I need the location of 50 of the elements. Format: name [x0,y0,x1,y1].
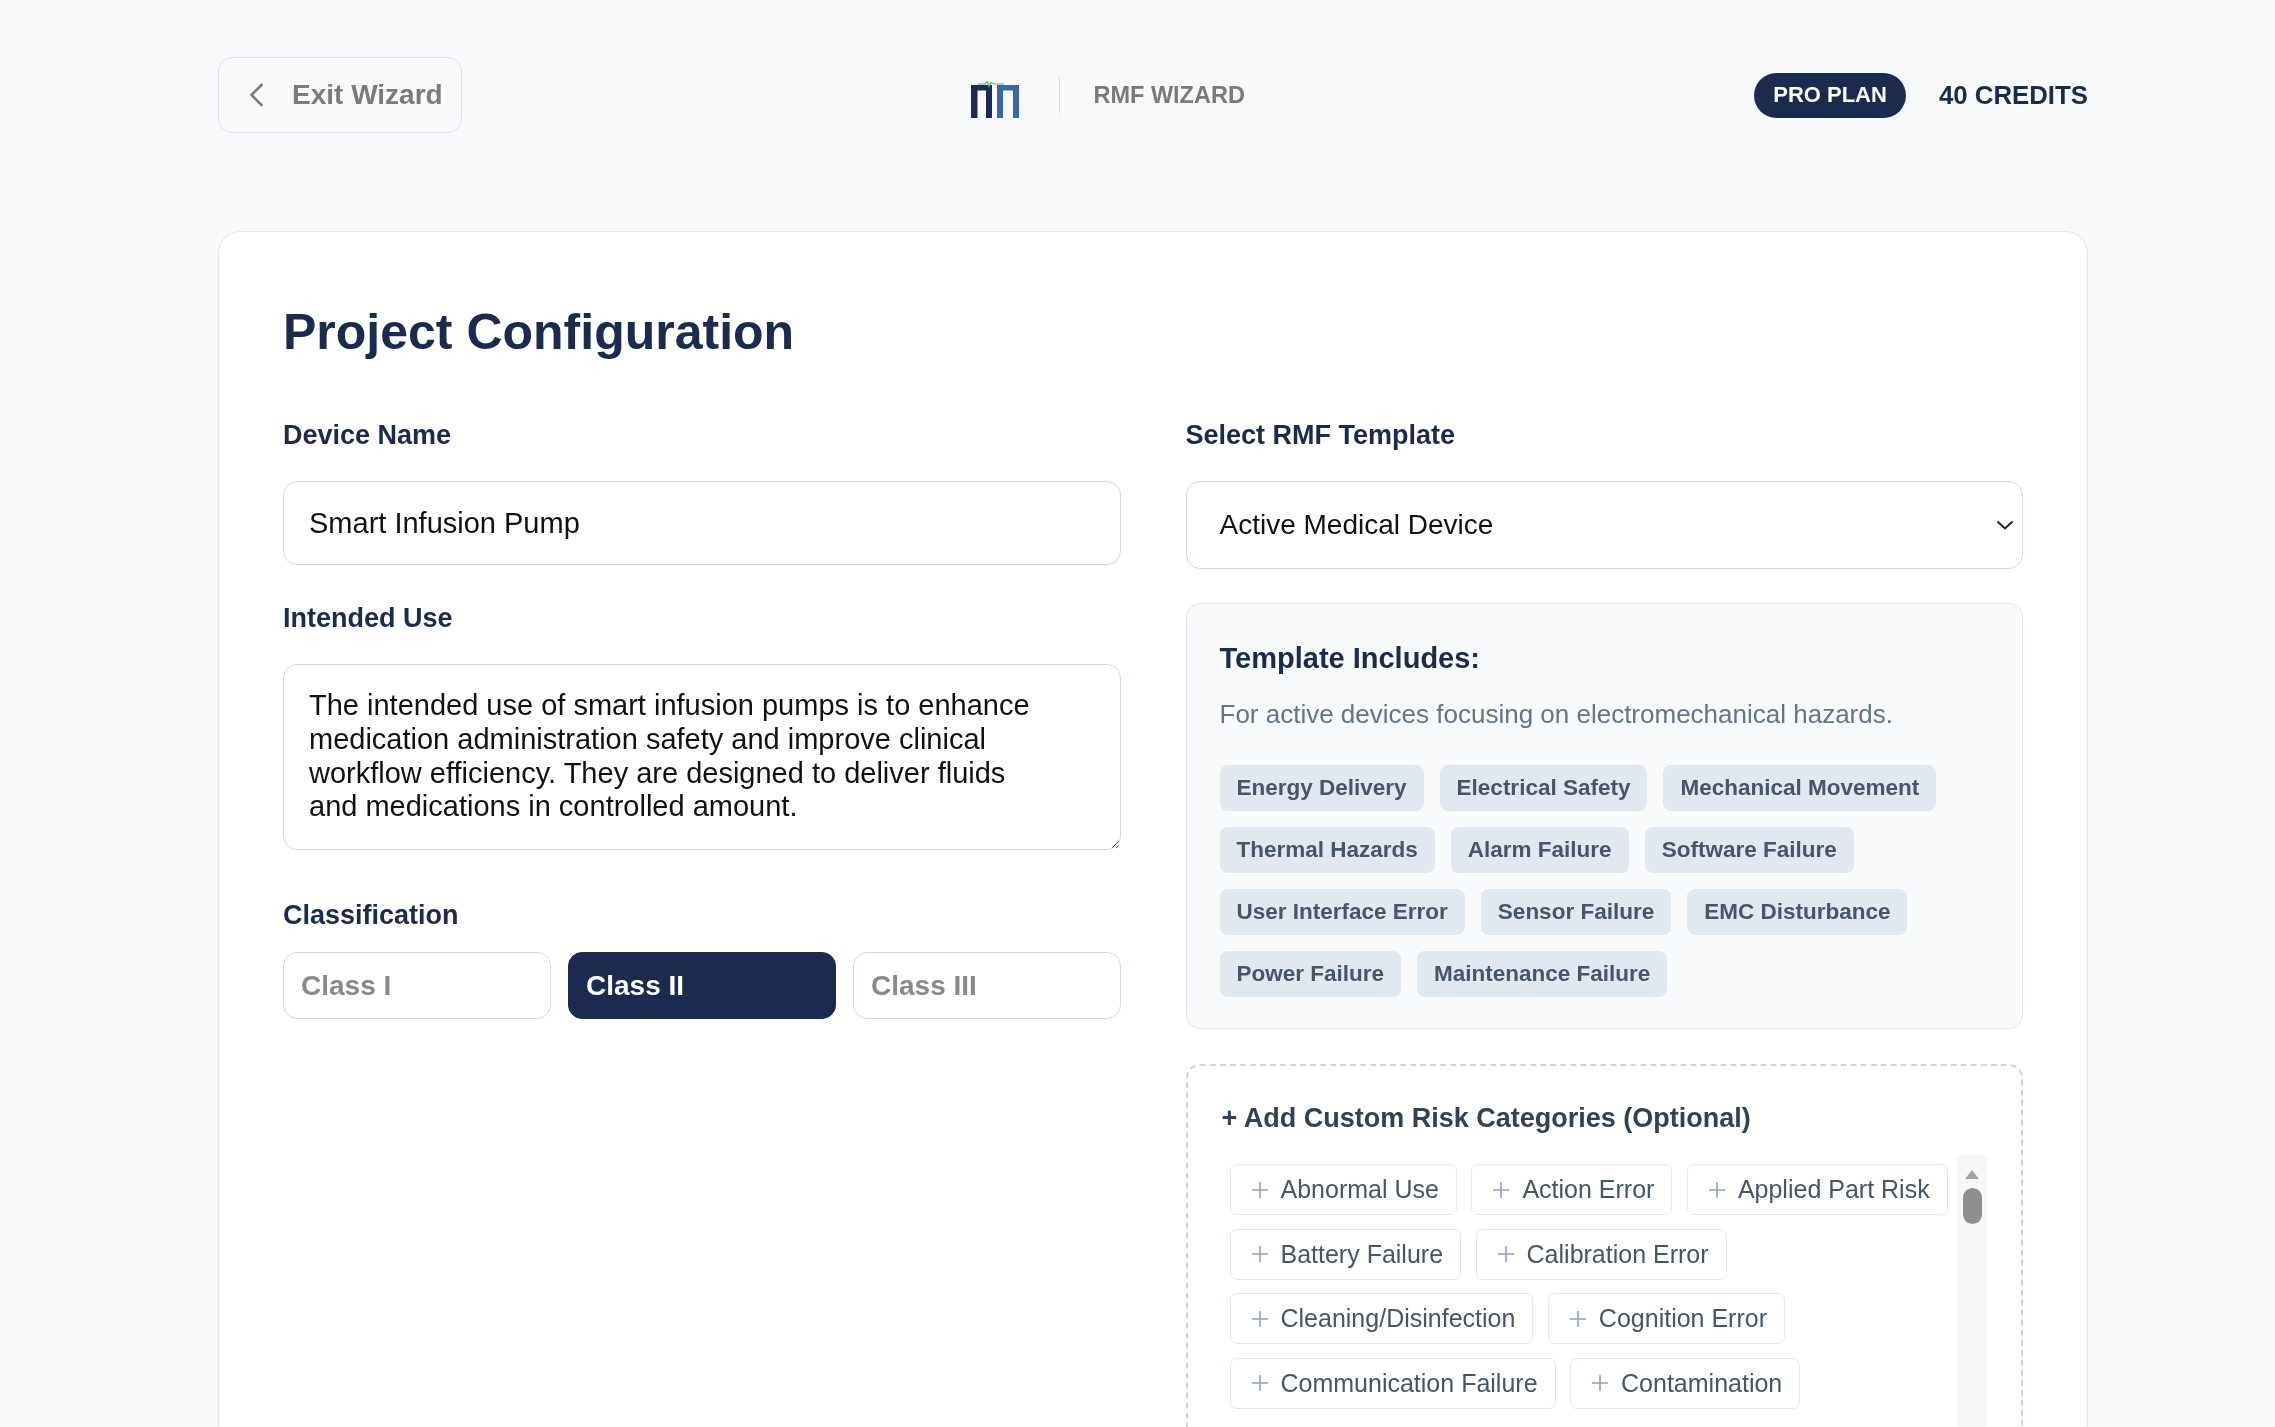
hazard-tag: Maintenance Failure [1417,951,1668,997]
hazard-tag: Thermal Hazards [1219,827,1435,873]
category-chip[interactable]: Battery Failure [1229,1228,1462,1280]
page-title: Project Configuration [283,303,796,362]
plan-badge: PRO PLAN [1754,72,1906,118]
hazard-tag: Alarm Failure [1450,827,1629,873]
category-chip[interactable]: Abnormal Use [1229,1164,1457,1215]
hazard-tag: Sensor Failure [1480,889,1672,935]
category-chip[interactable]: Applied Part Risk [1686,1164,1948,1215]
template-select[interactable]: Active Medical Device [1185,481,2023,569]
plus-icon [1568,1309,1587,1328]
field-label: Classification [283,899,460,932]
hazard-tag: Mechanical Movement [1663,765,1937,811]
section-heading: + Add Custom Risk Categories (Optional) [1221,1102,1752,1135]
category-chip[interactable]: Cognition Error [1547,1293,1785,1344]
panel-heading: Template Includes: [1219,641,1482,676]
chevron-left-icon [249,83,264,107]
panel-description: For active devices focusing on electromechanical hazards. [1219,698,1894,731]
exit-wizard-button[interactable]: Exit Wizard [218,57,462,133]
category-chip[interactable]: Contamination [1570,1357,1801,1409]
category-chip[interactable]: Action Error [1471,1164,1673,1215]
chevron-down-icon [1996,520,2014,530]
plus-icon [1492,1180,1511,1199]
hazard-tag: EMC Disturbance [1687,889,1908,935]
field-label: Device Name [283,419,453,452]
plus-icon [1250,1180,1269,1199]
field-label: Select RMF Template [1185,419,1457,452]
scrollbar-thumb[interactable] [1962,1188,1982,1224]
hazard-tag: User Interface Error [1219,889,1465,935]
product-name: RMF WIZARD [1093,81,1245,109]
classification-option[interactable]: Class II [568,952,836,1019]
plus-icon [1250,1309,1269,1328]
hazard-tag: Electrical Safety [1439,765,1648,811]
hazard-tag: Software Failure [1644,827,1854,873]
category-chip[interactable]: Calibration Error [1475,1228,1727,1280]
hazard-tag: Power Failure [1219,951,1402,997]
category-chip[interactable]: Communication Failure [1229,1357,1556,1409]
plus-icon [1591,1374,1610,1392]
device-name-input[interactable]: Smart Infusion Pump [283,481,1121,565]
category-chip[interactable]: Cleaning/Disinfection [1229,1293,1534,1344]
hazard-tag: Energy Delivery [1219,765,1424,811]
plus-icon [1250,1245,1269,1263]
plus-icon [1250,1374,1269,1392]
plus-icon [1707,1180,1726,1199]
plus-icon [1496,1245,1515,1263]
credits-count: 40 CREDITS [1938,80,2088,110]
logo-icon [971,80,1019,118]
scroll-up-icon[interactable] [1965,1170,1979,1179]
field-label: Intended Use [283,602,454,635]
intended-use-textarea[interactable]: The intended use of smart infusion pumps is to enhance medication administration safety and improve clinical workflow efficiency. They are designed to deliver fluids and medications in controlled amount. [283,664,1121,850]
